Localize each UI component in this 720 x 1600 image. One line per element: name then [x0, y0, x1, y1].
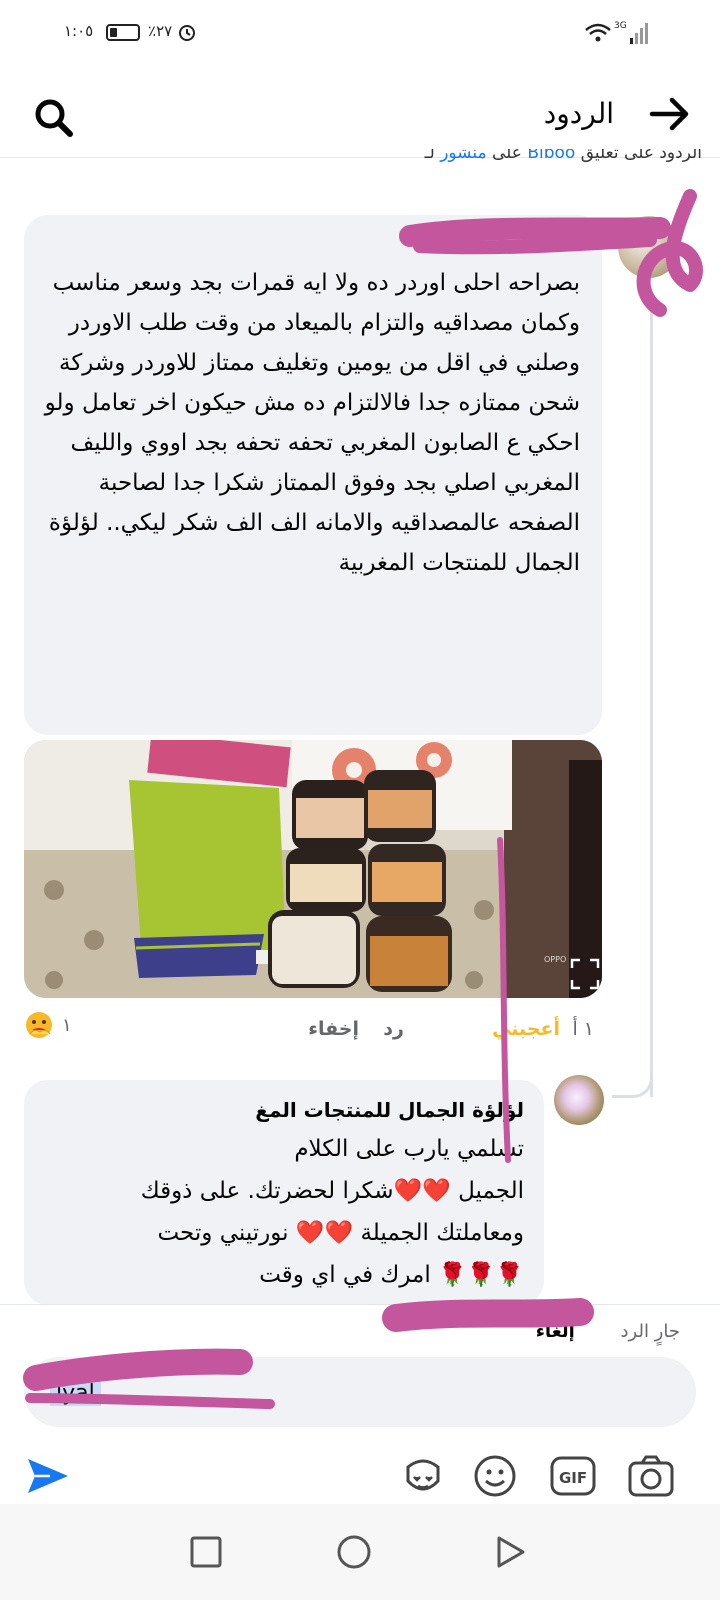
comment-text: بصراحه احلى اوردر ده ولا ايه قمرات بجد و…: [44, 270, 580, 576]
svg-text:GIF: GIF: [559, 1469, 587, 1487]
context-post-link[interactable]: منشور: [440, 149, 486, 163]
hearts-emoji: ❤️❤️: [295, 1220, 354, 1246]
gif-button[interactable]: GIF: [548, 1451, 598, 1501]
recents-button[interactable]: [186, 1532, 226, 1572]
gif-icon: GIF: [550, 1456, 596, 1496]
like-button[interactable]: أعجبني: [492, 1018, 560, 1040]
screen: ١:٠٥ ٪٢٧ 3G الردود الردود على تعليق Bibo…: [0, 0, 720, 1600]
context-suffix: لـ: [424, 149, 435, 163]
emoji-icon: [474, 1455, 516, 1497]
photo-watermark: OPPO: [544, 955, 566, 964]
top-bar: الردود: [0, 70, 720, 158]
reply-line-2: الجميل ❤️❤️شكرا لحضرتك. على ذوقك: [42, 1170, 524, 1212]
alarm-icon: [179, 25, 195, 41]
home-circle-icon: [337, 1535, 371, 1569]
reply-line-4-text: امرك في اي وقت: [259, 1262, 431, 1288]
battery-percent: ٪٢٧: [148, 22, 173, 40]
reply-input-text: lyal: [50, 1381, 101, 1406]
replies-context: الردود على تعليق Biboo على منشور لـ: [290, 149, 702, 167]
reply-line-1: تسلمي يارب على الكلام: [294, 1136, 524, 1162]
reply-input[interactable]: lyal: [24, 1357, 696, 1427]
reply-line-2b: شكرا لحضرتك. على ذوقك: [140, 1178, 394, 1204]
product-photo: OPPO: [24, 740, 602, 998]
context-commenter-link[interactable]: Biboo: [527, 149, 575, 163]
page-title: الردود: [543, 97, 614, 130]
clock: ١:٠٥: [64, 22, 94, 40]
context-on: على: [492, 149, 522, 163]
signal-icon: 3G: [585, 21, 648, 44]
reply-composer: جارٍ الرد إلغاء lyal GIF: [0, 1304, 720, 1504]
status-bar: ١:٠٥ ٪٢٧ 3G: [0, 0, 720, 70]
camera-button[interactable]: [626, 1451, 676, 1501]
reply-line-4: 🌹🌹🌹 امرك في اي وقت: [42, 1254, 524, 1296]
back-button[interactable]: [646, 94, 694, 134]
send-icon: [28, 1459, 68, 1493]
replying-to-label: جارٍ الرد: [620, 1321, 680, 1342]
page-avatar[interactable]: [554, 1075, 604, 1125]
system-nav-bar: [0, 1504, 720, 1600]
reaction-count: ١: [62, 1015, 72, 1036]
reply-text: تسلمي يارب على الكلام الجميل ❤️❤️شكرا لح…: [42, 1128, 524, 1296]
search-icon: [35, 99, 73, 137]
hide-button[interactable]: إخفاء: [308, 1018, 359, 1040]
avatar-sticker-icon: [406, 1459, 440, 1491]
roses-emoji: 🌹🌹🌹: [438, 1262, 524, 1288]
battery-icon: [106, 24, 140, 41]
soap-jars: [268, 770, 452, 992]
reply-author[interactable]: لؤلؤة الجمال للمنتجات المغ: [42, 1098, 524, 1122]
comment-photo[interactable]: OPPO: [24, 740, 602, 998]
home-button[interactable]: [334, 1532, 374, 1572]
reply-line-2a: الجميل: [458, 1178, 524, 1204]
comment-bubble[interactable]: بصراحه احلى اوردر ده ولا ايه قمرات بجد و…: [24, 215, 602, 735]
avatar-sticker-button[interactable]: [398, 1451, 448, 1501]
recents-square-icon: [190, 1536, 222, 1568]
reply-line-3: ومعاملتك الجميلة ❤️❤️ نورتيني وتحت: [42, 1212, 524, 1254]
cancel-reply-button[interactable]: إلغاء: [536, 1321, 575, 1342]
reply-button[interactable]: رد: [383, 1018, 404, 1040]
send-button[interactable]: [24, 1453, 74, 1499]
hearts-emoji: ❤️❤️: [393, 1178, 451, 1204]
network-type: 3G: [614, 21, 627, 31]
camera-icon: [628, 1455, 674, 1497]
thread-line: [650, 292, 653, 1097]
reply-bubble[interactable]: لؤلؤة الجمال للمنتجات المغ تسلمي يارب عل…: [24, 1080, 544, 1305]
comment-time: ١ أ: [572, 1018, 594, 1040]
replying-to-bar: جارٍ الرد إلغاء: [536, 1321, 680, 1342]
back-triangle-icon: [497, 1536, 525, 1568]
care-reaction-icon[interactable]: [24, 1010, 54, 1040]
arrow-right-icon: [649, 97, 689, 131]
thread-connector: [612, 1052, 653, 1098]
reply-line-3b: نورتيني وتحت: [157, 1220, 289, 1246]
context-prefix: الردود على تعليق: [580, 149, 702, 163]
back-nav-button[interactable]: [490, 1532, 530, 1572]
battery-fill: [110, 28, 118, 37]
commenter-avatar[interactable]: [618, 216, 680, 278]
reply-line-3a: ومعاملتك الجميلة: [360, 1220, 524, 1246]
search-button[interactable]: [30, 94, 78, 138]
comment-actions: ١ أ أعجبني رد إخفاء: [24, 1010, 594, 1050]
emoji-button[interactable]: [470, 1451, 520, 1501]
